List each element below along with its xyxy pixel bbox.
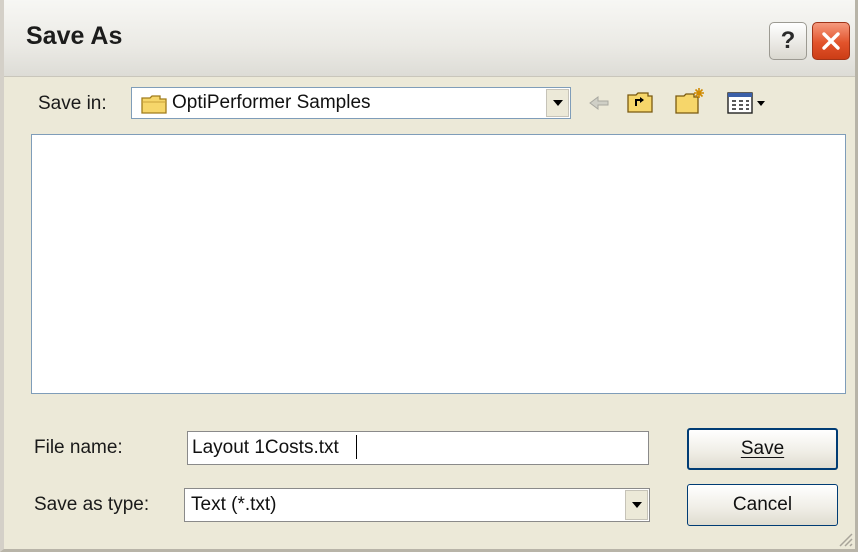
save-in-dropdown-button[interactable] [546,89,569,117]
save-as-dialog: Save As ? Save in: OptiPerformer Samples [0,0,858,552]
file-name-input[interactable]: Layout 1Costs.txt [187,431,649,465]
back-arrow-icon[interactable] [586,91,612,115]
resize-grip-icon[interactable] [835,529,853,547]
close-icon [822,32,840,50]
title-bar[interactable]: Save As ? [4,0,855,77]
save-as-type-dropdown-button[interactable] [625,490,648,520]
help-button[interactable]: ? [769,22,807,60]
chevron-down-icon [631,502,642,508]
chevron-down-icon [552,100,563,106]
folder-icon [140,92,168,116]
save-button[interactable]: Save [687,428,838,470]
view-menu-icon[interactable] [726,90,768,116]
up-folder-icon[interactable] [626,89,654,115]
save-in-label: Save in: [38,93,107,114]
save-as-type-label: Save as type: [34,494,150,515]
cancel-button[interactable]: Cancel [687,484,838,526]
file-name-value: Layout 1Costs.txt [192,437,339,458]
close-button[interactable] [812,22,850,60]
new-folder-icon[interactable] [674,86,706,116]
cancel-button-label: Cancel [732,494,793,515]
text-caret [356,435,357,459]
file-list[interactable] [31,134,846,394]
save-in-value: OptiPerformer Samples [172,92,371,113]
save-button-label: Save [740,438,785,459]
file-name-label: File name: [34,437,123,458]
save-as-type-value: Text (*.txt) [191,494,277,515]
help-icon: ? [780,27,796,54]
save-in-combo[interactable]: OptiPerformer Samples [131,87,571,119]
dialog-title: Save As [26,22,123,50]
save-as-type-combo[interactable]: Text (*.txt) [184,488,650,522]
